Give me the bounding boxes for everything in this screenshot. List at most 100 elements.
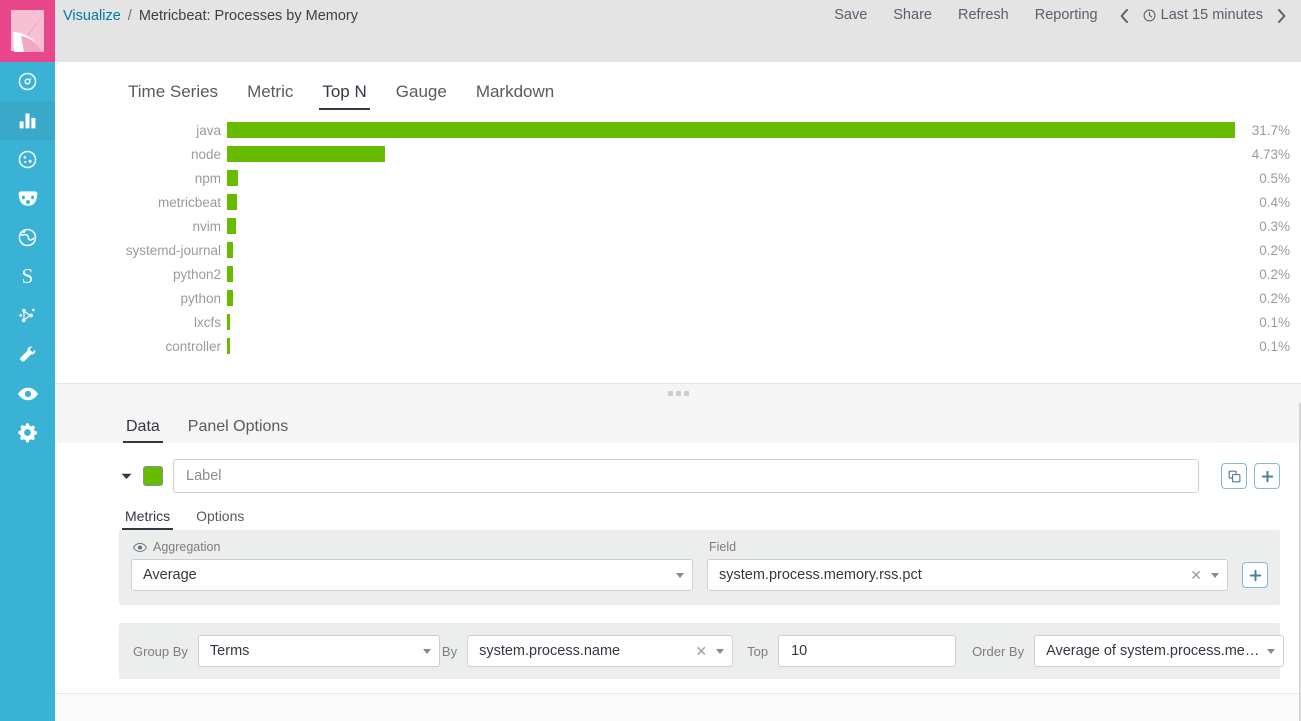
- group-by-row: Group By Terms By system.process.name ✕ …: [119, 623, 1285, 679]
- chevron-down-icon: [422, 648, 431, 654]
- reporting-button[interactable]: Reporting: [1022, 0, 1111, 31]
- sidebar-item-graph[interactable]: [0, 296, 55, 335]
- bar-fill[interactable]: [227, 290, 233, 306]
- bar-category-label: node: [190, 146, 221, 162]
- series-header-row: [119, 459, 1280, 493]
- sidebar-item-canvas[interactable]: [0, 179, 55, 218]
- time-next-button[interactable]: [1269, 8, 1295, 23]
- panel-resize-handle[interactable]: [55, 383, 1301, 403]
- chevron-down-icon[interactable]: [119, 469, 133, 483]
- chart-bar-row: java 31.7%: [55, 118, 1301, 142]
- tab-gauge[interactable]: Gauge: [387, 83, 456, 110]
- breadcrumb-root[interactable]: Visualize: [63, 8, 121, 24]
- bar-fill[interactable]: [227, 218, 236, 234]
- top-label: Top: [747, 643, 769, 659]
- sidebar-item-visualize[interactable]: [0, 101, 55, 140]
- series-sub-tabs: Metrics Options: [119, 509, 1280, 530]
- chart-bar-row: python 0.2%: [55, 286, 1301, 310]
- bar-fill[interactable]: [227, 314, 230, 330]
- kibana-app: S Visualize / Metricbeat: Processes by M…: [0, 0, 1301, 721]
- global-nav-sidebar: S: [0, 0, 55, 721]
- dashboard-icon: [18, 150, 37, 169]
- field-value: system.process.memory.rss.pct: [719, 567, 922, 583]
- bar-fill[interactable]: [227, 338, 230, 354]
- sub-tab-metrics[interactable]: Metrics: [119, 509, 176, 530]
- bar-value-label: 31.7%: [1251, 122, 1290, 138]
- chart-bar-row: node 4.73%: [55, 142, 1301, 166]
- bar-category-label: lxcfs: [194, 314, 221, 330]
- field-select[interactable]: system.process.memory.rss.pct ✕: [707, 559, 1228, 591]
- chevron-down-icon: [676, 572, 684, 578]
- clear-field-icon[interactable]: ✕: [1183, 567, 1209, 584]
- bar-value-label: 0.2%: [1259, 290, 1290, 306]
- series-panel: Metrics Options Aggregation: [55, 443, 1300, 693]
- bar-fill[interactable]: [227, 170, 238, 186]
- bar-value-label: 0.1%: [1259, 314, 1290, 330]
- tab-data[interactable]: Data: [119, 419, 167, 443]
- plus-icon: [1249, 569, 1261, 581]
- breadcrumb-separator: /: [127, 7, 132, 24]
- time-range-button[interactable]: Last 15 minutes: [1137, 0, 1269, 31]
- kibana-logo[interactable]: [0, 0, 55, 62]
- bar-value-label: 0.3%: [1259, 218, 1290, 234]
- top-count-input[interactable]: [778, 635, 957, 667]
- globe-icon: [18, 228, 37, 247]
- order-by-select[interactable]: Average of system.process.memory...: [1034, 635, 1285, 667]
- tab-top-n[interactable]: Top N: [313, 83, 375, 110]
- bar-fill[interactable]: [227, 266, 233, 282]
- save-button[interactable]: Save: [821, 0, 880, 31]
- sub-tab-options[interactable]: Options: [190, 509, 250, 530]
- bar-category-label: nvim: [192, 218, 221, 234]
- time-prev-button[interactable]: [1111, 8, 1137, 23]
- sidebar-item-dev-tools[interactable]: [0, 335, 55, 374]
- eye-icon: [17, 387, 38, 400]
- clear-by-field-icon[interactable]: ✕: [688, 643, 714, 660]
- sidebar-item-management[interactable]: [0, 413, 55, 452]
- refresh-button[interactable]: Refresh: [945, 0, 1022, 31]
- bar-fill[interactable]: [227, 146, 385, 162]
- bar-fill[interactable]: [227, 122, 1235, 138]
- add-metric-button[interactable]: [1242, 562, 1268, 588]
- chart-bar-row: python2 0.2%: [55, 262, 1301, 286]
- field-label: Field: [709, 540, 737, 554]
- editor-right-border: [1299, 403, 1300, 721]
- bar-track: [227, 286, 1235, 310]
- main-content: Visualize / Metricbeat: Processes by Mem…: [55, 0, 1301, 721]
- sidebar-item-dashboard[interactable]: [0, 140, 55, 179]
- bar-fill[interactable]: [227, 194, 237, 210]
- tab-time-series[interactable]: Time Series: [119, 83, 227, 110]
- clone-series-button[interactable]: [1221, 463, 1247, 489]
- sidebar-item-monitoring[interactable]: [0, 374, 55, 413]
- aggregation-select[interactable]: Average: [131, 559, 693, 591]
- share-button[interactable]: Share: [880, 0, 945, 31]
- order-by-label: Order By: [972, 643, 1025, 659]
- add-series-button[interactable]: [1254, 463, 1280, 489]
- series-color-swatch[interactable]: [143, 466, 163, 486]
- series-label-input[interactable]: [173, 459, 1199, 493]
- tab-panel-options[interactable]: Panel Options: [181, 419, 296, 443]
- order-by-value: Average of system.process.memory...: [1046, 643, 1266, 659]
- by-field-select[interactable]: system.process.name ✕: [467, 635, 734, 667]
- chart-bar-row: controller 0.1%: [55, 334, 1301, 358]
- bar-track: [227, 334, 1235, 358]
- wrench-icon: [20, 346, 36, 362]
- tab-markdown[interactable]: Markdown: [467, 83, 563, 110]
- plus-icon: [1261, 470, 1273, 482]
- bar-track: [227, 310, 1235, 334]
- sidebar-item-maps[interactable]: [0, 218, 55, 257]
- tab-metric[interactable]: Metric: [238, 83, 302, 110]
- chevron-right-icon: [1278, 8, 1286, 23]
- group-by-select[interactable]: Terms: [197, 635, 440, 667]
- bar-value-label: 0.4%: [1259, 194, 1290, 210]
- metric-actions: [1242, 562, 1268, 591]
- bar-fill[interactable]: [227, 242, 233, 258]
- by-label: By: [441, 643, 458, 659]
- editor-footer: [55, 693, 1300, 721]
- sidebar-item-discover[interactable]: [0, 62, 55, 101]
- bar-value-label: 0.1%: [1259, 338, 1290, 354]
- eye-icon[interactable]: [133, 542, 147, 553]
- sidebar-item-siem[interactable]: S: [0, 257, 55, 296]
- graph-nodes-icon: [19, 308, 35, 323]
- aggregation-label-wrap: Aggregation: [131, 540, 693, 554]
- bar-category-label: python: [180, 290, 221, 306]
